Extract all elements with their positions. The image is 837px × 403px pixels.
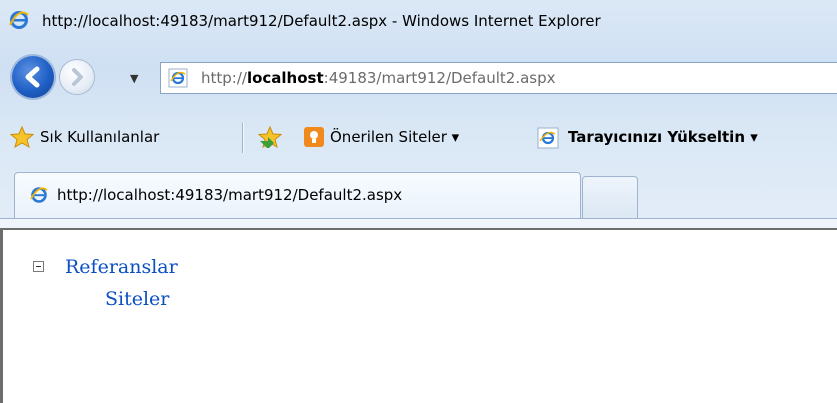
address-bar[interactable]: http://localhost:49183/mart912/Default2.…	[160, 62, 837, 94]
tree-link-siteler[interactable]: Siteler	[105, 288, 169, 310]
back-arrow-icon	[25, 66, 40, 88]
address-url[interactable]: http://localhost:49183/mart912/Default2.…	[201, 69, 556, 87]
tab-label: http://localhost:49183/mart912/Default2.…	[57, 186, 403, 204]
forward-arrow-icon	[72, 68, 83, 86]
navigation-bar: ▼ http://localhost:49183/mart912/Default…	[0, 54, 837, 100]
upgrade-browser-button[interactable]: Tarayıcınızı Yükseltin ▾	[568, 128, 758, 146]
toolbar-separator	[242, 123, 243, 153]
browser-chrome: http://localhost:49183/mart912/Default2.…	[0, 0, 837, 229]
tab-row: http://localhost:49183/mart912/Default2.…	[0, 168, 837, 229]
back-button[interactable]	[12, 56, 54, 98]
collapse-icon[interactable]	[33, 261, 44, 272]
upgrade-ie-icon	[537, 127, 559, 149]
add-to-favorites-bar-icon[interactable]	[258, 126, 282, 148]
url-scheme: http://	[201, 69, 247, 87]
suggested-sites-icon	[304, 127, 324, 147]
tree-link-referanslar[interactable]: Referanslar	[65, 256, 178, 278]
forward-button[interactable]	[60, 60, 94, 94]
tab-current[interactable]: http://localhost:49183/mart912/Default2.…	[14, 172, 581, 219]
favorites-star-icon	[10, 126, 34, 148]
window-title: http://localhost:49183/mart912/Default2.…	[42, 12, 601, 30]
title-bar: http://localhost:49183/mart912/Default2.…	[0, 0, 837, 42]
tab-ie-icon	[30, 187, 48, 203]
favorites-bar: Sık Kullanılanlar Önerilen Siteler ▾ Tar…	[0, 118, 837, 158]
page-ie-icon	[168, 68, 188, 88]
new-tab-button[interactable]	[582, 176, 638, 219]
suggested-sites-button[interactable]: Önerilen Siteler ▾	[330, 128, 459, 146]
page-content: Referanslar Siteler	[0, 228, 837, 403]
favorites-button[interactable]: Sık Kullanılanlar	[40, 128, 159, 146]
url-host: localhost	[246, 69, 324, 87]
recent-pages-dropdown-icon[interactable]: ▼	[130, 72, 138, 85]
url-path: :49183/mart912/Default2.aspx	[323, 69, 556, 87]
internet-explorer-icon	[9, 11, 29, 29]
